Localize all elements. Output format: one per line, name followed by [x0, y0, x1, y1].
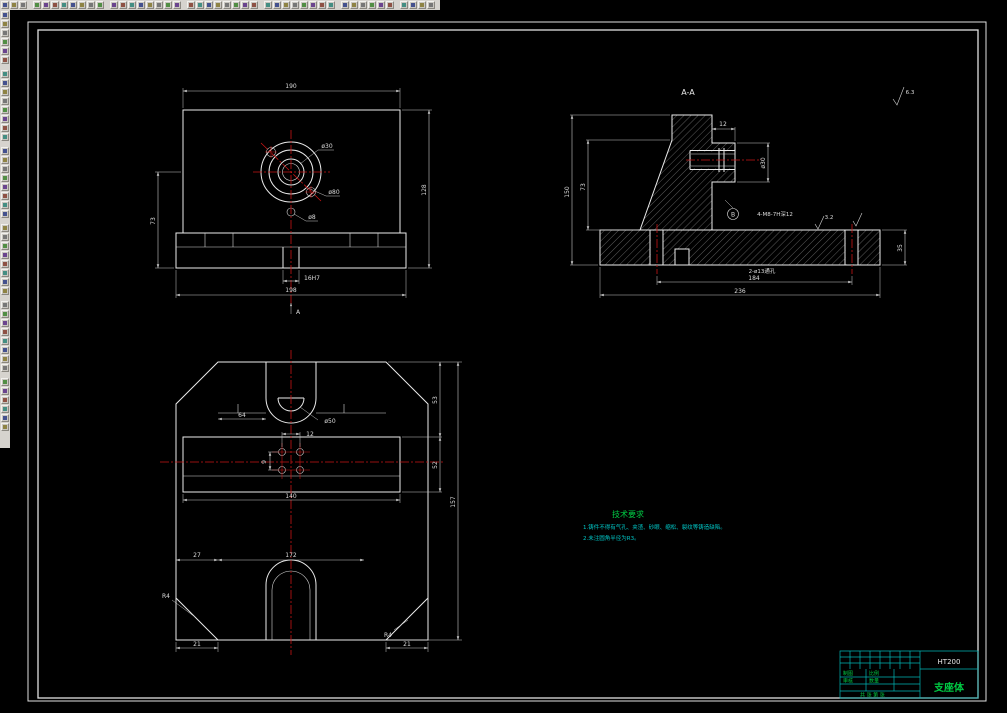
dim-label: 12 — [306, 431, 314, 438]
cad-application-window: 190 128 73 ø30 ø80 ø8 16H7 198 A A-A 150… — [0, 0, 1007, 713]
dim-label: 140 — [285, 493, 297, 500]
roughness-value: 3.2 — [825, 215, 834, 221]
sheet-frame — [27, 21, 987, 702]
roughness-icon: 3.2 — [814, 212, 863, 230]
dim-label: ø8 — [308, 214, 316, 221]
tech-req-line: 1.铸件不得有气孔、夹渣、砂眼、缩松、裂纹等铸造缺陷。 — [583, 523, 726, 531]
title-block-cell: 制图 — [843, 670, 853, 677]
dim-label: R4 — [384, 632, 392, 639]
top-view: 64 ø50 12 9 140 53 52 157 27 172 21 21 R… — [160, 350, 462, 655]
material-label: HT200 — [938, 658, 961, 666]
part-name: 支座体 — [933, 681, 965, 694]
note-label: 2-ø13通孔 — [749, 267, 776, 275]
dim-label: 12 — [719, 121, 727, 128]
dim-label: 190 — [285, 83, 297, 90]
dim-label: 9 — [261, 460, 268, 464]
section-view: A-A 150 73 12 ø30 B 4-M8-7H深12 3.2 35 18… — [564, 86, 915, 298]
drawing-canvas[interactable]: 190 128 73 ø30 ø80 ø8 16H7 198 A A-A 150… — [0, 0, 1007, 713]
dim-label: ø30 — [760, 157, 767, 168]
dim-label: 236 — [734, 288, 746, 295]
dim-label: 35 — [897, 244, 904, 252]
dim-label: ø30 — [321, 143, 332, 150]
dim-label: 27 — [193, 552, 201, 559]
title-block-cell: 审核 — [843, 678, 853, 685]
dim-label: 184 — [748, 275, 760, 282]
dim-label: 150 — [564, 186, 571, 198]
title-block: HT200 支座体 制图 审核 比例 数量 共 张 第 张 — [839, 650, 979, 699]
dim-label: 128 — [421, 184, 428, 196]
front-view: 190 128 73 ø30 ø80 ø8 16H7 198 A — [150, 83, 432, 316]
roughness-icon: 6.3 — [892, 86, 915, 106]
roughness-value: 6.3 — [906, 90, 915, 96]
dim-label: 157 — [450, 496, 457, 508]
dim-label: 73 — [150, 217, 157, 225]
dim-label: ø80 — [328, 189, 339, 196]
dim-label: 73 — [580, 183, 587, 191]
dim-label: ø50 — [324, 418, 335, 425]
section-arrow-label: A — [296, 309, 301, 316]
sheet-note: 共 张 第 张 — [860, 692, 885, 699]
dim-label: R4 — [162, 593, 170, 600]
dim-label: 53 — [432, 396, 439, 404]
dim-label: 52 — [432, 461, 439, 469]
technical-requirements: 技术要求 1.铸件不得有气孔、夹渣、砂眼、缩松、裂纹等铸造缺陷。 2.未注圆角半… — [583, 509, 726, 542]
dim-label: 64 — [238, 412, 246, 419]
title-block-cell: 比例 — [869, 670, 879, 677]
title-block-cell: 数量 — [869, 678, 879, 685]
datum-label: B — [731, 212, 735, 219]
tech-req-title: 技术要求 — [612, 509, 644, 519]
dim-label: 21 — [403, 641, 411, 648]
dim-label: 21 — [193, 641, 201, 648]
dim-label: 172 — [285, 552, 297, 559]
tech-req-line: 2.未注圆角半径为R3。 — [583, 534, 640, 542]
dim-label: 198 — [285, 287, 297, 294]
dim-label: 16H7 — [304, 275, 320, 282]
note-label: 4-M8-7H深12 — [757, 210, 793, 218]
section-title: A-A — [681, 88, 695, 97]
